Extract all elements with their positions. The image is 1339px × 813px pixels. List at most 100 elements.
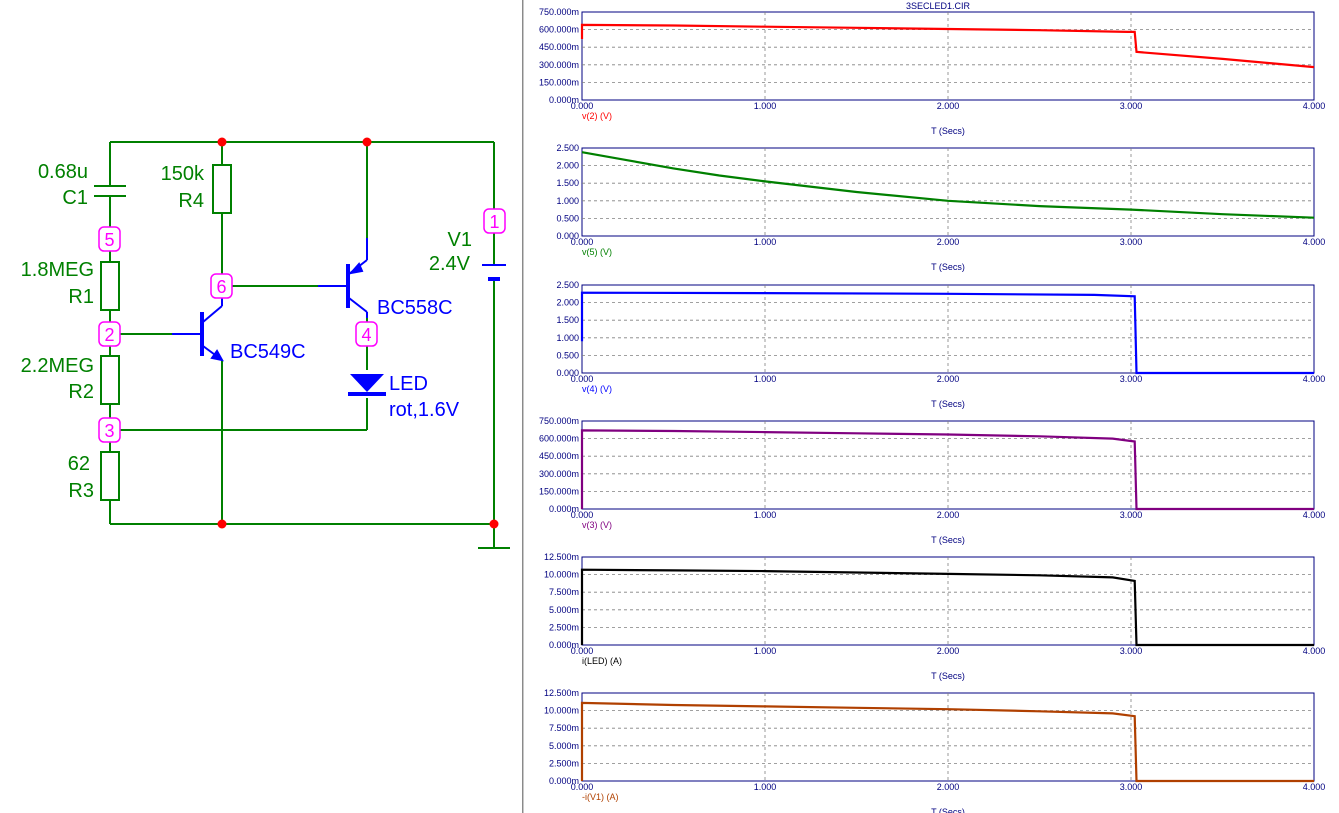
y-tick-label: 5.000m [549,605,579,615]
svg-text:6: 6 [216,277,226,297]
resistor-r3[interactable] [100,451,120,501]
x-tick-label: 1.000 [754,782,777,792]
x-tick-label: 4.000 [1303,374,1326,384]
y-tick-label: 2.000 [556,298,579,308]
r3-name: R3 [68,480,94,502]
svg-text:2: 2 [104,325,114,345]
x-axis-label: T (Secs) [931,535,965,545]
r2-name: R2 [68,381,94,403]
led-value: rot,1.6V [389,399,460,421]
x-tick-label: 4.000 [1303,237,1326,247]
node-label-3: 3 [98,417,121,443]
y-variable-label: v(5) (V) [582,247,612,257]
y-tick-label: 7.500m [549,723,579,733]
x-axis-label: T (Secs) [931,807,965,813]
waveform-plots: 3SECLED1.CIR 750.000m 600.000m 450.000m 300… [539,1,1325,813]
r1-name: R1 [68,286,94,308]
y-variable-label: -i(V1) (A) [582,792,619,802]
plot-3: 2.5002.0001.5001.0000.5000.0000.000 1.000… [556,280,1325,409]
y-tick-label: 5.000m [549,741,579,751]
y-tick-label: 2.500m [549,622,579,632]
y-tick-label: 150.000m [539,77,579,87]
x-tick-label: 1.000 [754,374,777,384]
v1-name: V1 [448,229,472,251]
x-tick-label: 2.000 [937,646,960,656]
q2-name: BC558C [377,297,453,319]
node-label-5: 5 [98,226,121,252]
svg-text:5: 5 [104,230,114,250]
y-tick-label: 10.000m [544,706,579,716]
x-tick-label: 0.000 [571,510,594,520]
x-tick-label: 0.000 [571,374,594,384]
c1-name: C1 [62,187,88,209]
x-tick-label: 2.000 [937,782,960,792]
plot-5: 12.500m10.000m7.500m5.000m2.500m0.000m0.… [544,552,1325,681]
x-tick-label: 0.000 [571,646,594,656]
x-tick-label: 0.000 [571,237,594,247]
plot-4: 750.000m 600.000m 450.000m 300.000m 150.000m… [539,416,1325,545]
resistor-r1[interactable] [100,261,120,311]
y-tick-label: 450.000m [539,42,579,52]
x-tick-label: 1.000 [754,101,777,111]
plot-2: 2.5002.0001.5001.0000.5000.0000.000 1.000… [556,143,1325,272]
y-tick-label: 1.500 [556,315,579,325]
x-tick-label: 1.000 [754,510,777,520]
y-tick-label: 2.000 [556,161,579,171]
x-tick-label: 3.000 [1120,374,1143,384]
y-tick-label: 750.000m [539,416,579,426]
r2-value: 2.2MEG [21,355,94,377]
x-tick-label: 4.000 [1303,782,1326,792]
resistor-r2[interactable] [100,355,120,405]
resistor-r4[interactable] [212,164,232,214]
r4-name: R4 [178,190,204,212]
led-diode[interactable] [348,374,386,396]
node-label-4: 4 [355,321,378,347]
svg-text:3: 3 [104,421,114,441]
node-label-1: 1 [483,208,506,234]
x-tick-label: 3.000 [1120,101,1143,111]
y-tick-label: 12.500m [544,688,579,698]
y-tick-label: 1.000 [556,196,579,206]
x-tick-label: 2.000 [937,374,960,384]
plot-6: 12.500m10.000m7.500m5.000m2.500m0.000m0.… [544,688,1325,813]
x-tick-label: 4.000 [1303,101,1326,111]
pane-divider[interactable] [522,0,525,813]
transistor-q2[interactable] [318,238,368,318]
y-tick-label: 2.500 [556,143,579,153]
y-tick-label: 600.000m [539,25,579,35]
plot-1: 750.000m 600.000m 450.000m 300.000m 150.000m… [539,7,1325,136]
y-tick-label: 1.500 [556,178,579,188]
y-tick-label: 150.000m [539,486,579,496]
x-tick-label: 1.000 [754,237,777,247]
r1-value: 1.8MEG [21,259,94,281]
svg-text:1: 1 [489,212,499,232]
x-tick-label: 1.000 [754,646,777,656]
x-axis-label: T (Secs) [931,399,965,409]
y-tick-label: 300.000m [539,60,579,70]
y-tick-label: 0.500 [556,350,579,360]
y-variable-label: v(4) (V) [582,384,612,394]
y-tick-label: 300.000m [539,469,579,479]
x-tick-label: 2.000 [937,101,960,111]
y-tick-label: 12.500m [544,552,579,562]
y-tick-label: 2.500 [556,280,579,290]
y-tick-label: 1.000 [556,333,579,343]
transistor-q1[interactable] [172,290,224,362]
battery-v1[interactable] [482,264,506,281]
x-tick-label: 4.000 [1303,510,1326,520]
capacitor-c1[interactable] [94,185,126,197]
y-tick-label: 0.500 [556,213,579,223]
node-label-2: 2 [98,321,121,347]
plot-stack: 750.000m 600.000m 450.000m 300.000m 150.000m… [539,7,1325,813]
y-variable-label: v(2) (V) [582,111,612,121]
x-tick-label: 3.000 [1120,237,1143,247]
r4-value: 150k [161,163,205,185]
y-variable-label: v(3) (V) [582,520,612,530]
r3-value: 62 [68,453,90,475]
circuit-schematic: 1 2 3 4 5 6 0.68u C1 150k R4 1.8MEG R1 2… [21,137,510,549]
y-tick-label: 750.000m [539,7,579,17]
x-tick-label: 2.000 [937,510,960,520]
node-label-6: 6 [210,273,233,299]
y-variable-label: i(LED) (A) [582,656,622,666]
y-tick-label: 450.000m [539,451,579,461]
